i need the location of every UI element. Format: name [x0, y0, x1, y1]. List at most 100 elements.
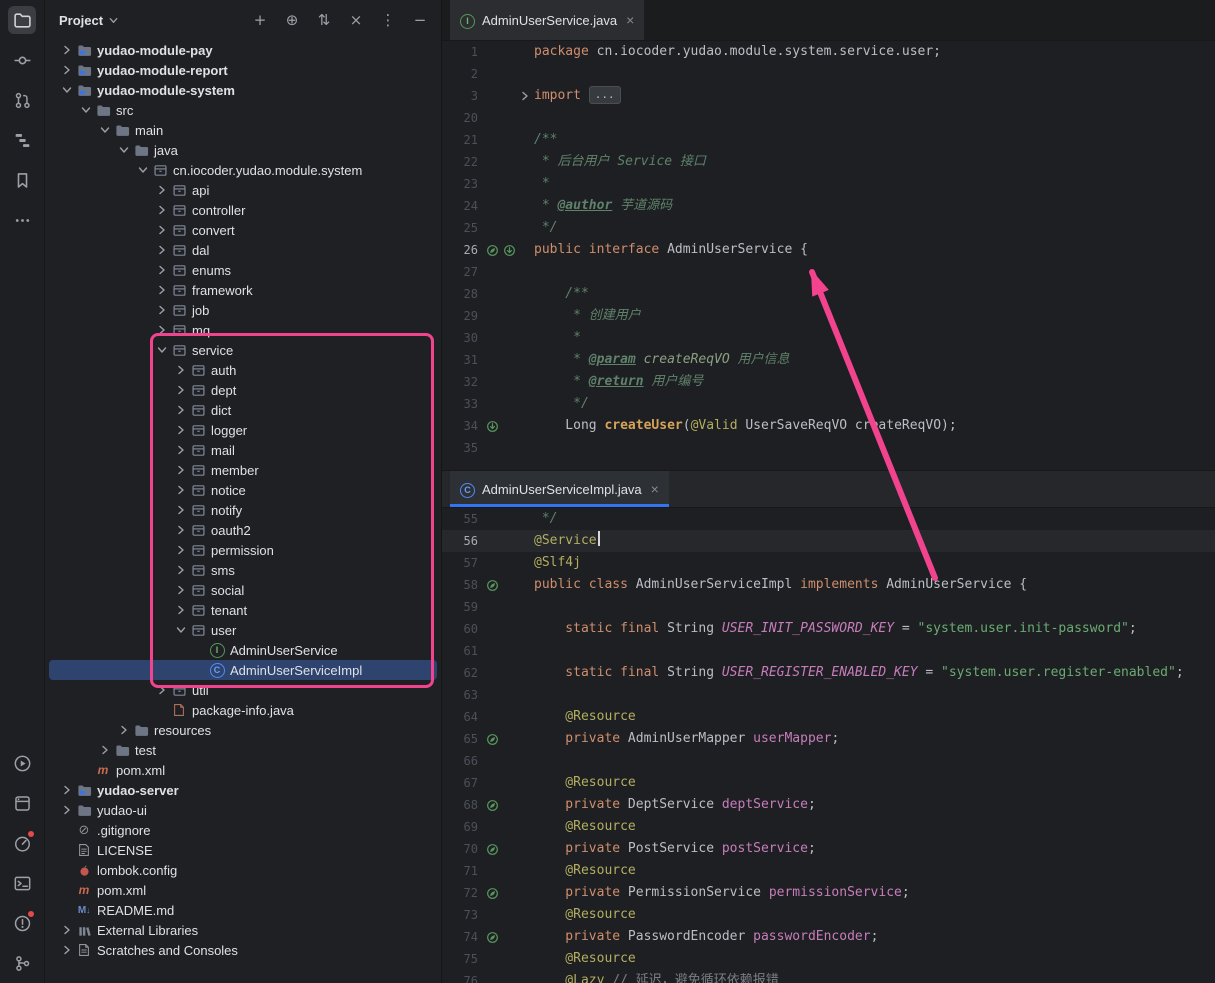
tree-item-api[interactable]: api — [49, 180, 437, 200]
tree-item-gitignore[interactable]: ⊘.gitignore — [49, 820, 437, 840]
chevron-right-icon[interactable] — [154, 262, 170, 278]
chevron-down-icon[interactable] — [59, 82, 75, 98]
tree-item-notice[interactable]: notice — [49, 480, 437, 500]
tree-item-readme-md[interactable]: M↓README.md — [49, 900, 437, 920]
chevron-right-icon[interactable] — [173, 562, 189, 578]
code-line-28[interactable]: 28 /** — [442, 283, 1215, 305]
tree-item-controller[interactable]: controller — [49, 200, 437, 220]
code-line-64[interactable]: 64 @Resource — [442, 706, 1215, 728]
code-line-1[interactable]: 1package cn.iocoder.yudao.module.system.… — [442, 41, 1215, 63]
chevron-down-icon[interactable] — [97, 122, 113, 138]
chevron-right-icon[interactable] — [59, 922, 75, 938]
code-line-67[interactable]: 67 @Resource — [442, 772, 1215, 794]
implemented-gutter-icon[interactable] — [502, 243, 517, 258]
chevron-down-icon[interactable] — [78, 102, 94, 118]
code-line-26[interactable]: 26public interface AdminUserService { — [442, 239, 1215, 261]
code-line-21[interactable]: 21/** — [442, 129, 1215, 151]
tree-item-yudao-module-pay[interactable]: yudao-module-pay — [49, 40, 437, 60]
structure-tool-icon[interactable] — [8, 126, 36, 154]
project-panel-title[interactable]: Project — [59, 13, 119, 28]
chevron-down-icon[interactable] — [116, 142, 132, 158]
code-line-30[interactable]: 30 * — [442, 327, 1215, 349]
chevron-down-icon[interactable] — [135, 162, 151, 178]
tree-item-adminuserserviceimpl[interactable]: CAdminUserServiceImpl — [49, 660, 437, 680]
code-line-60[interactable]: 60 static final String USER_INIT_PASSWOR… — [442, 618, 1215, 640]
code-line-20[interactable]: 20 — [442, 107, 1215, 129]
tree-item-java[interactable]: java — [49, 140, 437, 160]
chevron-right-icon[interactable] — [59, 62, 75, 78]
tree-item-dict[interactable]: dict — [49, 400, 437, 420]
spring-bean-gutter-icon[interactable] — [485, 732, 500, 747]
tree-item-notify[interactable]: notify — [49, 500, 437, 520]
tree-item-cn-iocoder-yudao-module-system[interactable]: cn.iocoder.yudao.module.system — [49, 160, 437, 180]
tree-item-yudao-server[interactable]: yudao-server — [49, 780, 437, 800]
fold-chevron-icon[interactable] — [517, 89, 532, 104]
code-line-55[interactable]: 55 */ — [442, 508, 1215, 530]
editor-tab-adminuserserviceimpl-java[interactable]: CAdminUserServiceImpl.java× — [450, 471, 669, 507]
chevron-right-icon[interactable] — [173, 522, 189, 538]
tree-item-resources[interactable]: resources — [49, 720, 437, 740]
tree-item-mail[interactable]: mail — [49, 440, 437, 460]
tree-item-dal[interactable]: dal — [49, 240, 437, 260]
code-line-33[interactable]: 33 */ — [442, 393, 1215, 415]
chevron-right-icon[interactable] — [173, 542, 189, 558]
terminal-tool-icon[interactable] — [8, 869, 36, 897]
code-line-63[interactable]: 63 — [442, 684, 1215, 706]
code-line-58[interactable]: 58public class AdminUserServiceImpl impl… — [442, 574, 1215, 596]
tree-item-adminuserservice[interactable]: IAdminUserService — [49, 640, 437, 660]
code-line-29[interactable]: 29 * 创建用户 — [442, 305, 1215, 327]
code-line-31[interactable]: 31 * @param createReqVO 用户信息 — [442, 349, 1215, 371]
chevron-right-icon[interactable] — [173, 362, 189, 378]
tree-item-yudao-module-report[interactable]: yudao-module-report — [49, 60, 437, 80]
more-options-icon[interactable]: ⋮ — [377, 9, 399, 31]
code-line-73[interactable]: 73 @Resource — [442, 904, 1215, 926]
code-line-22[interactable]: 22 * 后台用户 Service 接口 — [442, 151, 1215, 173]
code-line-2[interactable]: 2 — [442, 63, 1215, 85]
version-control-icon[interactable] — [8, 949, 36, 977]
code-line-72[interactable]: 72 private PermissionService permissionS… — [442, 882, 1215, 904]
expand-all-icon[interactable]: ⇅ — [313, 9, 335, 31]
chevron-right-icon[interactable] — [154, 302, 170, 318]
chevron-right-icon[interactable] — [154, 202, 170, 218]
tree-item-src[interactable]: src — [49, 100, 437, 120]
spring-bean-gutter-icon[interactable] — [485, 886, 500, 901]
pull-requests-icon[interactable] — [8, 86, 36, 114]
tree-item-util[interactable]: util — [49, 680, 437, 700]
tree-item-lombok-config[interactable]: lombok.config — [49, 860, 437, 880]
code-line-69[interactable]: 69 @Resource — [442, 816, 1215, 838]
tree-item-dept[interactable]: dept — [49, 380, 437, 400]
tree-item-social[interactable]: social — [49, 580, 437, 600]
chevron-right-icon[interactable] — [154, 242, 170, 258]
more-tools-icon[interactable] — [8, 206, 36, 234]
chevron-right-icon[interactable] — [154, 682, 170, 698]
locate-file-icon[interactable]: ⊕ — [281, 9, 303, 31]
bookmarks-icon[interactable] — [8, 166, 36, 194]
chevron-right-icon[interactable] — [173, 442, 189, 458]
code-line-74[interactable]: 74 private PasswordEncoder passwordEncod… — [442, 926, 1215, 948]
code-line-76[interactable]: 76 @Lazy // 延迟，避免循环依赖报错 — [442, 970, 1215, 983]
tree-item-framework[interactable]: framework — [49, 280, 437, 300]
chevron-right-icon[interactable] — [154, 322, 170, 338]
code-line-59[interactable]: 59 — [442, 596, 1215, 618]
spring-bean-gutter-icon[interactable] — [485, 842, 500, 857]
tree-item-pom-xml[interactable]: mpom.xml — [49, 760, 437, 780]
chevron-right-icon[interactable] — [59, 802, 75, 818]
tree-item-yudao-module-system[interactable]: yudao-module-system — [49, 80, 437, 100]
new-icon[interactable]: + — [249, 9, 271, 31]
chevron-right-icon[interactable] — [173, 402, 189, 418]
chevron-right-icon[interactable] — [154, 222, 170, 238]
code-area[interactable]: 1package cn.iocoder.yudao.module.system.… — [442, 41, 1215, 470]
tree-item-sms[interactable]: sms — [49, 560, 437, 580]
code-line-75[interactable]: 75 @Resource — [442, 948, 1215, 970]
code-line-65[interactable]: 65 private AdminUserMapper userMapper; — [442, 728, 1215, 750]
hide-panel-icon[interactable]: − — [409, 9, 431, 31]
chevron-right-icon[interactable] — [97, 742, 113, 758]
tree-item-mq[interactable]: mq — [49, 320, 437, 340]
tree-item-yudao-ui[interactable]: yudao-ui — [49, 800, 437, 820]
close-icon[interactable]: × — [651, 482, 659, 496]
commit-tool-icon[interactable] — [8, 46, 36, 74]
chevron-right-icon[interactable] — [173, 502, 189, 518]
spring-bean-gutter-icon[interactable] — [485, 930, 500, 945]
code-line-61[interactable]: 61 — [442, 640, 1215, 662]
tree-item-user[interactable]: user — [49, 620, 437, 640]
